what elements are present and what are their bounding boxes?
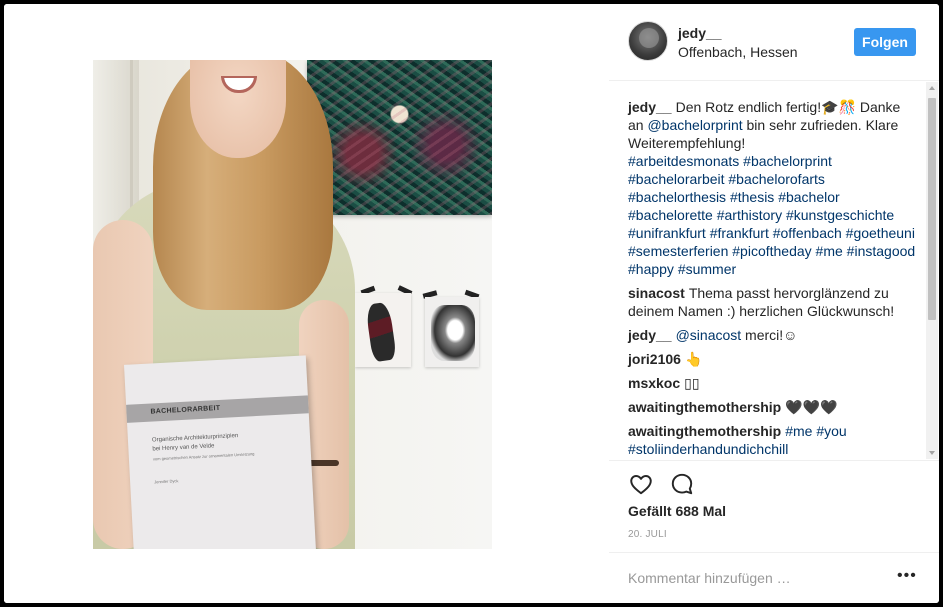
comment-author[interactable]: jedy__ (628, 327, 672, 343)
comment-item: sinacost Thema passt hervorglänzend zu de… (628, 284, 918, 320)
sketch-left (355, 293, 411, 367)
post-actions (609, 460, 939, 500)
heart-icon[interactable] (628, 471, 654, 497)
post-date: 20. JULI (628, 529, 667, 540)
media-area: BACHELORARBEIT Organische Architekturpri… (4, 4, 609, 603)
avatar[interactable] (628, 21, 668, 61)
comment-text: merci!☺ (741, 327, 798, 343)
mention-link[interactable]: @bachelorprint (647, 117, 742, 133)
post-sidebar: jedy__ Offenbach, Hessen Folgen jedy__ De… (609, 4, 939, 603)
add-comment-bar: ••• (609, 552, 939, 603)
comments-list: jedy__ Den Rotz endlich fertig!🎓🎊 Danke a… (609, 82, 939, 459)
comment-item: jedy__ @sinacost merci!☺ (628, 326, 918, 344)
post-photo[interactable]: BACHELORARBEIT Organische Architekturpri… (93, 60, 492, 549)
hashtag-list[interactable]: #arbeitdesmonats #bachelorprint #bachelo… (628, 153, 915, 277)
caption: jedy__ Den Rotz endlich fertig!🎓🎊 Danke a… (628, 98, 918, 278)
username[interactable]: jedy__ (678, 25, 722, 41)
thesis-book: BACHELORARBEIT Organische Architekturpri… (123, 355, 317, 549)
comment-icon[interactable] (669, 471, 695, 497)
scroll-up-arrow-icon[interactable] (929, 86, 935, 90)
comment-author[interactable]: jori2106 (628, 351, 681, 367)
comment-item: msxkoc ▯▯ (628, 374, 918, 392)
post-header: jedy__ Offenbach, Hessen Folgen (609, 4, 939, 81)
scroll-thumb[interactable] (928, 98, 936, 320)
comment-text: 👆 (684, 351, 703, 367)
comment-author[interactable]: jedy__ (628, 99, 672, 115)
comment-author[interactable]: awaitingthemothership (628, 423, 781, 439)
like-count[interactable]: Gefällt 688 Mal (628, 503, 726, 519)
more-options-icon[interactable]: ••• (897, 568, 919, 589)
comment-author[interactable]: sinacost (628, 285, 685, 301)
comment-item: awaitingthemothership 🖤🖤🖤 (628, 398, 918, 416)
comment-author[interactable]: awaitingthemothership (628, 399, 781, 415)
book-line-2: bei Henry van de Velde (152, 443, 215, 453)
wall-painting (307, 60, 492, 215)
comment-author[interactable]: msxkoc (628, 375, 680, 391)
comment-text: ▯▯ (684, 375, 700, 391)
scroll-down-arrow-icon[interactable] (929, 451, 935, 455)
location[interactable]: Offenbach, Hessen (678, 44, 798, 60)
comment-input[interactable] (628, 567, 878, 589)
comment-item: jori2106 👆 (628, 350, 918, 368)
comments-scrollbar[interactable] (926, 82, 938, 459)
sketch-right (425, 297, 479, 367)
mention-link[interactable]: @sinacost (676, 327, 742, 343)
comment-text: 🖤🖤🖤 (785, 399, 838, 415)
book-line-3: vom geometrischen Ansatz zur ornamentale… (152, 451, 255, 462)
book-line-1: Organische Architekturprinzipien (151, 433, 239, 444)
post-modal: BACHELORARBEIT Organische Architekturpri… (4, 4, 939, 603)
book-author: Jennifer Dyck (154, 478, 179, 485)
follow-button[interactable]: Folgen (854, 28, 916, 56)
comment-item: awaitingthemothership #me #you #stoliinde… (628, 422, 918, 458)
